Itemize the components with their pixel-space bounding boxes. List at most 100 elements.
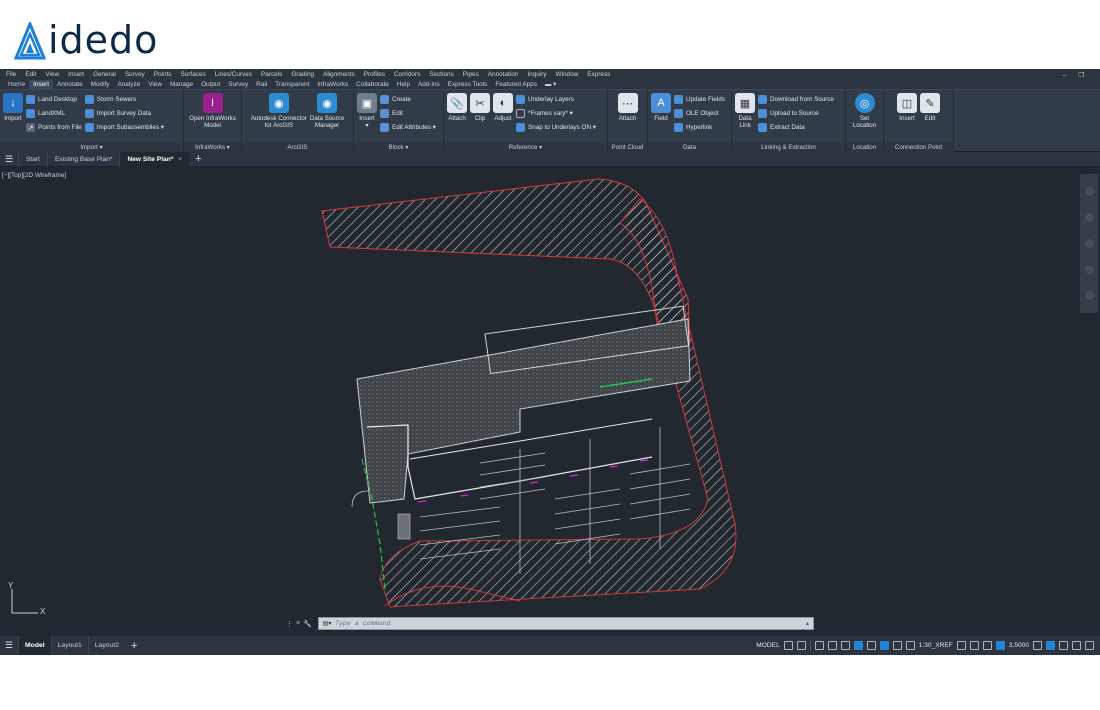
- panel-title-import[interactable]: Import ▾: [0, 143, 183, 152]
- menu-express[interactable]: Express: [587, 71, 610, 78]
- ribbon-toggle-icon[interactable]: ▬ ▾: [541, 80, 560, 89]
- close-tab-icon[interactable]: ×: [178, 156, 182, 163]
- menu-pipes[interactable]: Pipes: [463, 71, 479, 78]
- data-link-button[interactable]: ▦ Data Link: [735, 93, 755, 143]
- landxml-button[interactable]: LandXML: [26, 108, 82, 119]
- drag-handle-icon[interactable]: ⋮: [286, 620, 293, 628]
- reference-attach-button[interactable]: 📎 Attach: [447, 93, 467, 143]
- isolate-objects-icon[interactable]: [1033, 641, 1042, 650]
- ortho-icon[interactable]: [814, 641, 824, 650]
- clean-screen-icon[interactable]: [1059, 641, 1068, 650]
- ole-object-button[interactable]: OLE Object: [674, 108, 725, 119]
- menu-grading[interactable]: Grading: [291, 71, 314, 78]
- add-layout-icon[interactable]: +: [125, 640, 143, 652]
- block-edit-button[interactable]: Edit: [380, 108, 436, 119]
- data-source-manager-button[interactable]: ◉ Data Source Manager: [310, 93, 344, 143]
- block-create-button[interactable]: Create: [380, 94, 436, 105]
- isodraft-icon[interactable]: [840, 641, 850, 650]
- annotation-scale-icon[interactable]: [905, 641, 915, 650]
- tab-rail[interactable]: Rail: [252, 80, 271, 89]
- panel-title-infraworks[interactable]: InfraWorks ▾: [184, 143, 241, 152]
- doc-tab-existing-base-plan[interactable]: Existing Base Plan*: [46, 151, 120, 167]
- connection-edit-button[interactable]: ✎ Edit: [920, 93, 940, 143]
- menu-alignments[interactable]: Alignments: [323, 71, 355, 78]
- menu-file[interactable]: File: [6, 71, 16, 78]
- reference-adjust-button[interactable]: ◐ Adjust: [493, 93, 513, 143]
- tab-featured-apps[interactable]: Featured Apps: [491, 80, 541, 89]
- menu-lines-curves[interactable]: Lines/Curves: [215, 71, 252, 78]
- model-space-toggle[interactable]: MODEL: [756, 642, 779, 649]
- import-subassemblies-button[interactable]: Import Subassemblies ▾: [84, 122, 164, 133]
- tab-modify[interactable]: Modify: [87, 80, 114, 89]
- hardware-acceleration-icon[interactable]: [1046, 641, 1055, 650]
- polar-icon[interactable]: [827, 641, 837, 650]
- field-button[interactable]: A Field: [651, 93, 671, 143]
- menu-annotation[interactable]: Annotation: [488, 71, 519, 78]
- tab-view[interactable]: View: [144, 80, 166, 89]
- set-location-button[interactable]: ◎ Set Location: [853, 93, 876, 143]
- menu-profiles[interactable]: Profiles: [364, 71, 385, 78]
- tab-collaborate[interactable]: Collaborate: [352, 80, 393, 89]
- menu-general[interactable]: General: [93, 71, 116, 78]
- showmotion-icon[interactable]: [1084, 291, 1094, 301]
- tab-infraworks[interactable]: InfraWorks: [313, 80, 352, 89]
- annotation-scale-value[interactable]: 1:30_XREF: [919, 642, 953, 649]
- snap-underlays-dropdown[interactable]: Snap to Underlays ON ▾: [516, 122, 596, 133]
- tab-insert[interactable]: Insert: [29, 80, 54, 89]
- storm-sewers-button[interactable]: Storm Sewers: [84, 94, 164, 105]
- drawing-viewport[interactable]: [−][Top][2D Wireframe] Y X ⋮ × 🔧 ▤▾ Type…: [0, 169, 1100, 636]
- import-survey-data-button[interactable]: Import Survey Data: [84, 108, 164, 119]
- command-history-icon[interactable]: ▲: [805, 621, 810, 627]
- restore-icon[interactable]: ❐: [1078, 72, 1084, 79]
- command-input[interactable]: ▤▾ Type a command ▲: [318, 617, 814, 630]
- menu-view[interactable]: View: [45, 71, 59, 78]
- tab-analyze[interactable]: Analyze: [113, 80, 144, 89]
- extract-data-button[interactable]: Extract Data: [758, 122, 834, 133]
- close-command-icon[interactable]: ×: [296, 620, 300, 627]
- reference-clip-button[interactable]: ✂ Clip: [470, 93, 490, 143]
- command-prompt-icon[interactable]: ▤▾: [319, 620, 335, 627]
- zoom-icon[interactable]: [1084, 238, 1094, 248]
- new-tab-plus-icon[interactable]: +: [189, 153, 207, 165]
- layout-tab-layout1[interactable]: Layout1: [50, 636, 88, 655]
- grid-icon[interactable]: [783, 641, 793, 650]
- autodesk-connector-arcgis-button[interactable]: ◉ Autodesk Connector for ArcGIS: [251, 93, 307, 143]
- elevation-value[interactable]: 3.5000: [1009, 642, 1029, 649]
- menu-window[interactable]: Window: [556, 71, 579, 78]
- orbit-icon[interactable]: [1084, 265, 1094, 275]
- upload-to-source-button[interactable]: Upload to Source: [758, 108, 834, 119]
- tab-output[interactable]: Output: [197, 80, 224, 89]
- tab-home[interactable]: Home: [4, 80, 29, 89]
- object-snap-tracking-icon[interactable]: [853, 641, 863, 650]
- doc-tab-new-site-plan[interactable]: New Site Plan* ×: [119, 151, 190, 167]
- osnap-icon[interactable]: [866, 641, 876, 650]
- frames-vary-dropdown[interactable]: *Frames vary* ▾: [516, 108, 596, 119]
- units-icon[interactable]: [982, 641, 992, 650]
- land-desktop-button[interactable]: Land Desktop: [26, 94, 82, 105]
- auto-scale-icon[interactable]: [892, 641, 902, 650]
- workspace-gear-icon[interactable]: [956, 641, 966, 650]
- navigation-bar[interactable]: [1080, 174, 1098, 313]
- pan-icon[interactable]: [1084, 212, 1094, 222]
- edit-attributes-button[interactable]: Edit Attributes ▾: [380, 122, 436, 133]
- connection-insert-button[interactable]: ◫ Insert: [897, 93, 917, 143]
- import-button[interactable]: ↓ Import: [3, 93, 23, 143]
- open-infraworks-model-button[interactable]: I Open InfraWorks Model: [189, 93, 236, 143]
- fullscreen-icon[interactable]: [1085, 641, 1094, 650]
- tab-transparent[interactable]: Transparent: [271, 80, 313, 89]
- menu-parcels[interactable]: Parcels: [261, 71, 282, 78]
- tab-help[interactable]: Help: [393, 80, 414, 89]
- quick-properties-icon[interactable]: [995, 641, 1005, 650]
- layout-menu-icon[interactable]: ☰: [0, 640, 18, 651]
- block-insert-button[interactable]: ▣ Insert ▾: [357, 93, 377, 143]
- menu-surfaces[interactable]: Surfaces: [180, 71, 205, 78]
- hyperlink-button[interactable]: Hyperlink: [674, 122, 725, 133]
- panel-title-block[interactable]: Block ▾: [354, 143, 443, 152]
- layout-tab-layout2[interactable]: Layout2: [87, 636, 125, 655]
- menu-corridors[interactable]: Corridors: [394, 71, 420, 78]
- tab-survey[interactable]: Survey: [224, 80, 252, 89]
- menu-points[interactable]: Points: [154, 71, 172, 78]
- hamburger-menu-icon[interactable]: ☰: [0, 154, 18, 165]
- tab-add-ins[interactable]: Add-ins: [414, 80, 444, 89]
- doc-tab-start[interactable]: Start: [18, 151, 47, 167]
